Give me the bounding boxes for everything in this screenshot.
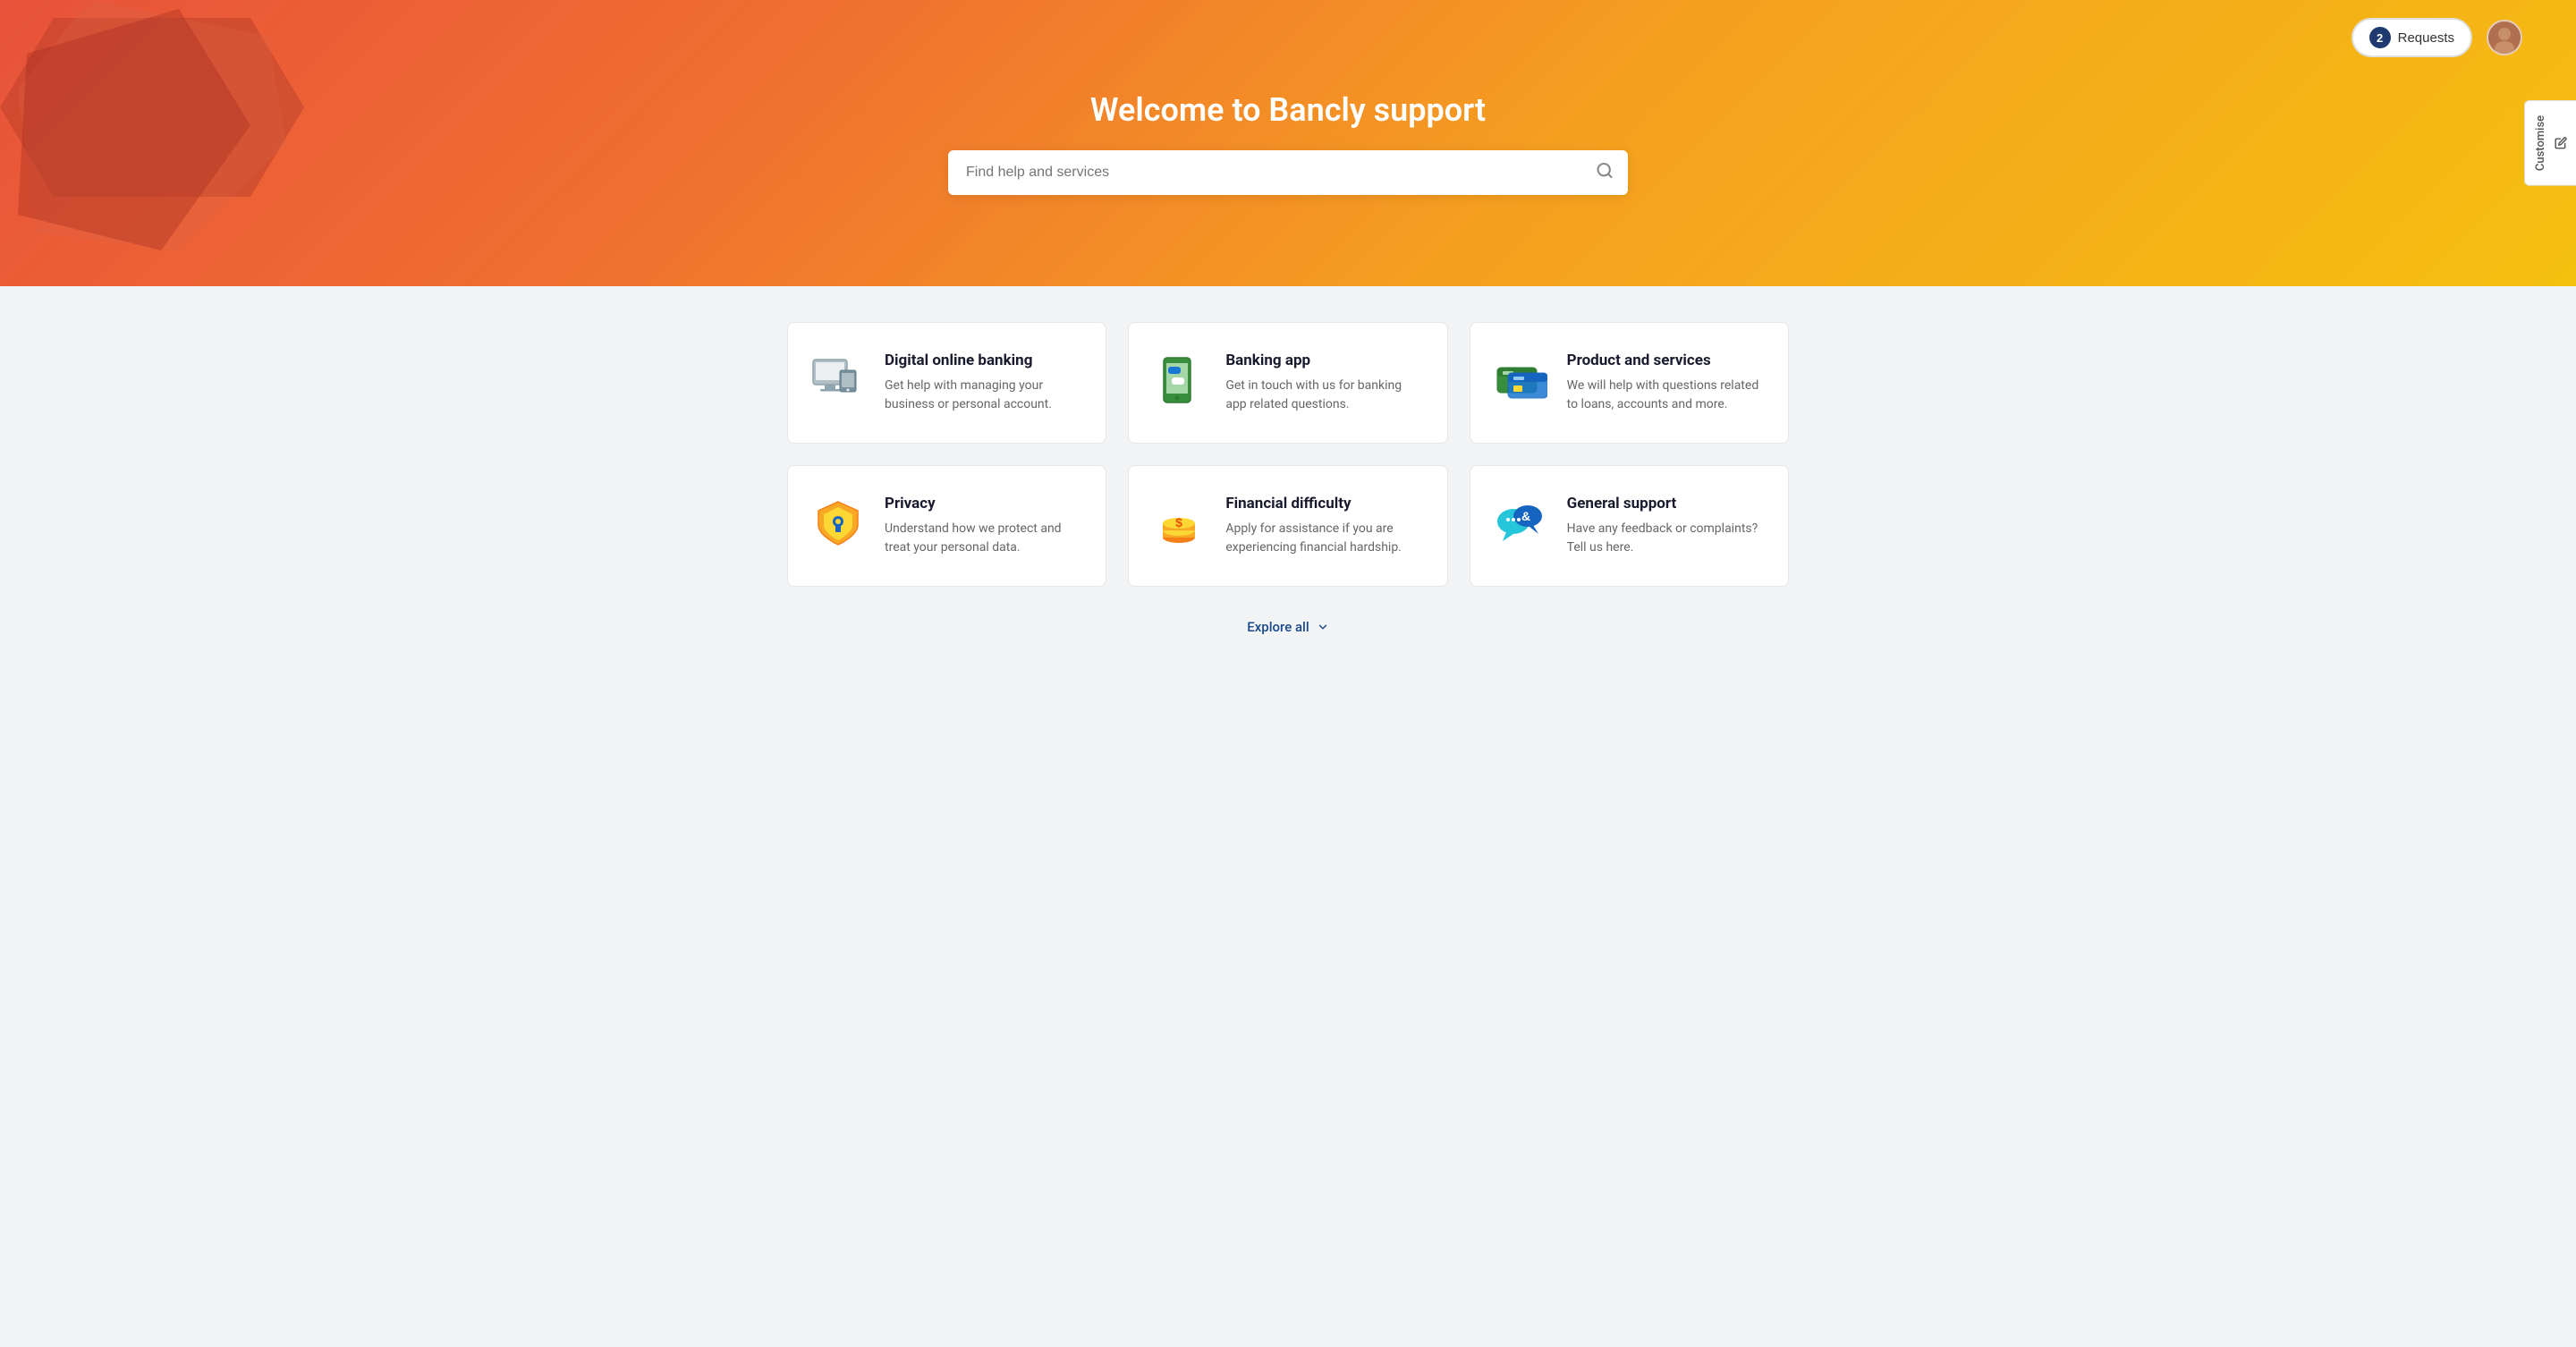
privacy-icon <box>809 495 867 552</box>
digital-banking-content: Digital online banking Get help with man… <box>885 352 1084 414</box>
svg-text:$: $ <box>1175 515 1182 529</box>
product-services-desc: We will help with questions related to l… <box>1567 377 1767 414</box>
hero-section: 2 Requests Customise Welcome to Bancly s… <box>0 0 2576 286</box>
chevron-down-icon <box>1317 621 1329 633</box>
requests-label: Requests <box>2398 30 2454 46</box>
digital-banking-title: Digital online banking <box>885 352 1084 369</box>
general-support-title: General support <box>1567 495 1767 513</box>
search-button[interactable] <box>1596 162 1614 184</box>
hero-title: Welcome to Bancly support <box>1090 91 1486 129</box>
explore-all-button[interactable]: Explore all <box>787 619 1789 635</box>
financial-difficulty-title: Financial difficulty <box>1225 495 1425 513</box>
banking-app-title: Banking app <box>1225 352 1425 369</box>
general-support-desc: Have any feedback or complaints? Tell us… <box>1567 520 1767 557</box>
explore-all-label: Explore all <box>1247 619 1309 635</box>
banking-app-icon <box>1150 352 1208 409</box>
card-banking-app[interactable]: Banking app Get in touch with us for ban… <box>1128 322 1447 444</box>
general-support-icon: & <box>1492 495 1549 552</box>
customise-label: Customise <box>2534 115 2547 171</box>
product-services-content: Product and services We will help with q… <box>1567 352 1767 414</box>
financial-difficulty-desc: Apply for assistance if you are experien… <box>1225 520 1425 557</box>
cards-grid: Digital online banking Get help with man… <box>787 322 1789 587</box>
search-input[interactable] <box>948 150 1628 195</box>
card-financial-difficulty[interactable]: $ Financial difficulty Apply for assista… <box>1128 465 1447 587</box>
privacy-content: Privacy Understand how we protect and tr… <box>885 495 1084 557</box>
top-navigation: 2 Requests <box>2351 18 2522 57</box>
privacy-desc: Understand how we protect and treat your… <box>885 520 1084 557</box>
card-digital-banking[interactable]: Digital online banking Get help with man… <box>787 322 1106 444</box>
avatar[interactable] <box>2487 20 2522 55</box>
search-icon <box>1596 162 1614 180</box>
digital-banking-desc: Get help with managing your business or … <box>885 377 1084 414</box>
card-privacy[interactable]: Privacy Understand how we protect and tr… <box>787 465 1106 587</box>
customise-button[interactable]: Customise <box>2524 100 2576 186</box>
privacy-title: Privacy <box>885 495 1084 513</box>
hero-decoration <box>0 0 340 286</box>
search-bar <box>948 150 1628 195</box>
financial-difficulty-icon: $ <box>1150 495 1208 552</box>
svg-text:&: & <box>1521 509 1530 523</box>
product-services-title: Product and services <box>1567 352 1767 369</box>
card-general-support[interactable]: & General support Have any feedback or c… <box>1470 465 1789 587</box>
product-services-icon <box>1492 352 1549 409</box>
cards-section: Digital online banking Get help with man… <box>769 322 1807 635</box>
general-support-content: General support Have any feedback or com… <box>1567 495 1767 557</box>
banking-app-content: Banking app Get in touch with us for ban… <box>1225 352 1425 414</box>
edit-icon <box>2555 137 2567 149</box>
avatar-image <box>2488 21 2521 54</box>
digital-banking-icon <box>809 352 867 409</box>
card-product-services[interactable]: Product and services We will help with q… <box>1470 322 1789 444</box>
requests-badge: 2 <box>2369 27 2391 48</box>
financial-difficulty-content: Financial difficulty Apply for assistanc… <box>1225 495 1425 557</box>
requests-button[interactable]: 2 Requests <box>2351 18 2472 57</box>
banking-app-desc: Get in touch with us for banking app rel… <box>1225 377 1425 414</box>
